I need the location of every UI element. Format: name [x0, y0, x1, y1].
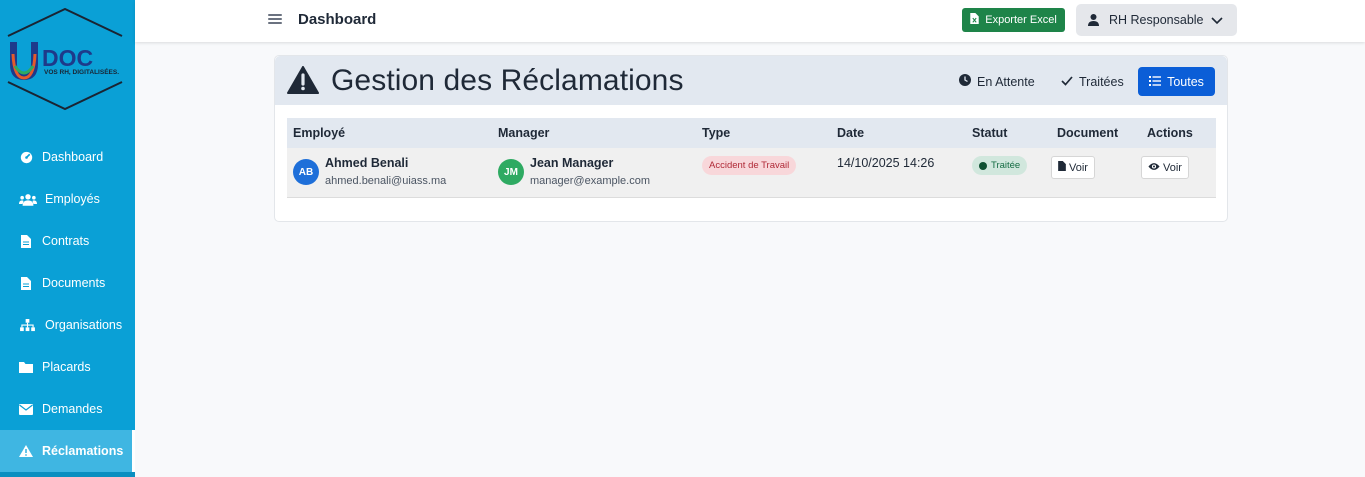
manager-cell: JM Jean Manager manager@example.com: [492, 148, 696, 197]
date-value: 14/10/2025 14:26: [837, 156, 935, 170]
type-cell: Accident de Travail: [696, 148, 831, 197]
filter-pending-button[interactable]: En Attente: [949, 67, 1045, 96]
user-name: RH Responsable: [1109, 13, 1204, 27]
filter-done-button[interactable]: Traitées: [1051, 67, 1134, 96]
date-cell: 14/10/2025 14:26: [831, 148, 966, 197]
status-cell: Traitée: [966, 148, 1051, 197]
sidebar-item-dashboard[interactable]: Dashboard: [0, 136, 135, 178]
column-header-actions: Actions: [1147, 126, 1193, 140]
sidebar-item-organisations[interactable]: Organisations: [0, 304, 135, 346]
column-header-type: Type: [702, 126, 731, 140]
sidebar-item-label: Réclamations: [42, 444, 124, 458]
card-title: Gestion des Réclamations: [331, 64, 684, 97]
card-header: Gestion des Réclamations En Attente Trai…: [275, 56, 1227, 105]
sitemap-icon: [18, 318, 37, 332]
manager-email: manager@example.com: [530, 175, 650, 187]
status-dot-icon: [979, 161, 987, 170]
table-header-row: Employé Manager Type Date Statut Documen…: [287, 118, 1216, 148]
clock-icon: [959, 74, 971, 89]
top-bar: Dashboard Exporter Excel RH Responsable: [135, 0, 1365, 42]
chevron-down-icon: [1211, 14, 1223, 28]
folder-icon: [18, 360, 34, 374]
export-excel-button[interactable]: Exporter Excel: [962, 8, 1065, 32]
users-icon: [18, 192, 37, 206]
export-excel-label: Exporter Excel: [985, 14, 1057, 26]
sidebar-nav: Dashboard Employés Contrats Documents Or…: [0, 136, 135, 472]
view-reclamation-label: Voir: [1163, 161, 1182, 174]
sidebar-item-label: Demandes: [42, 402, 103, 416]
status-label: Traitée: [991, 160, 1021, 171]
list-icon: [1149, 75, 1162, 89]
reclamations-card: Gestion des Réclamations En Attente Trai…: [274, 55, 1228, 222]
column-header-status: Statut: [972, 126, 1008, 140]
filter-pending-label: En Attente: [977, 74, 1035, 89]
sidebar-item-label: Dashboard: [42, 150, 104, 164]
menu-toggle-icon[interactable]: [268, 12, 282, 26]
view-document-button[interactable]: Voir: [1051, 156, 1095, 179]
excel-file-icon: [970, 13, 979, 27]
filter-all-label: Toutes: [1167, 74, 1204, 89]
sidebar-item-reclamations[interactable]: Réclamations: [0, 430, 135, 472]
eye-icon: [1148, 162, 1160, 174]
logo-tagline: VOS RH, DIGITALISÉES.: [44, 67, 119, 76]
filter-done-label: Traitées: [1079, 74, 1124, 89]
user-icon: [1088, 14, 1099, 26]
status-badge: Traitée: [972, 156, 1028, 175]
table-row: AB Ahmed Benali ahmed.benali@uiass.ma JM…: [287, 148, 1216, 197]
column-header-date: Date: [837, 126, 865, 140]
file-icon: [18, 276, 34, 290]
type-badge: Accident de Travail: [702, 156, 797, 175]
column-header-manager: Manager: [498, 126, 550, 140]
file-icon: [1058, 161, 1066, 174]
check-icon: [1061, 75, 1073, 89]
column-header-employee: Employé: [293, 126, 346, 140]
page-title: Dashboard: [298, 11, 377, 28]
sidebar-footer: [0, 472, 135, 477]
sidebar-item-contracts[interactable]: Contrats: [0, 220, 135, 262]
avatar: AB: [293, 159, 319, 185]
employee-cell: AB Ahmed Benali ahmed.benali@uiass.ma: [287, 148, 492, 197]
sidebar-item-label: Organisations: [45, 318, 123, 332]
sidebar-item-label: Contrats: [42, 234, 90, 248]
avatar: JM: [498, 159, 524, 185]
actions-cell: Voir: [1141, 148, 1216, 197]
logo-text: DOC: [42, 45, 93, 71]
view-document-label: Voir: [1069, 161, 1088, 174]
sidebar-item-employees[interactable]: Employés: [0, 178, 135, 220]
column-header-document: Document: [1057, 126, 1119, 140]
sidebar-item-label: Documents: [42, 276, 106, 290]
file-icon: [18, 234, 34, 248]
employee-name: Ahmed Benali: [325, 156, 409, 170]
dashboard-icon: [18, 150, 34, 164]
sidebar-item-demandes[interactable]: Demandes: [0, 388, 135, 430]
view-reclamation-button[interactable]: Voir: [1141, 156, 1189, 179]
document-cell: Voir: [1051, 148, 1141, 197]
sidebar-item-label: Employés: [45, 192, 100, 206]
app-logo[interactable]: DOC VOS RH, DIGITALISÉES.: [6, 8, 124, 112]
user-menu-button[interactable]: RH Responsable: [1076, 4, 1237, 36]
sidebar-item-placards[interactable]: Placards: [0, 346, 135, 388]
sidebar-item-documents[interactable]: Documents: [0, 262, 135, 304]
sidebar: DOC VOS RH, DIGITALISÉES. Dashboard Empl…: [0, 0, 135, 477]
manager-name: Jean Manager: [530, 156, 614, 170]
sidebar-item-label: Placards: [42, 360, 91, 374]
envelope-icon: [18, 402, 34, 416]
reclamations-table: Employé Manager Type Date Statut Documen…: [287, 118, 1216, 198]
warning-icon: [287, 66, 319, 99]
employee-email: ahmed.benali@uiass.ma: [325, 175, 447, 187]
filter-all-button[interactable]: Toutes: [1138, 67, 1215, 96]
warning-icon: [18, 444, 34, 458]
